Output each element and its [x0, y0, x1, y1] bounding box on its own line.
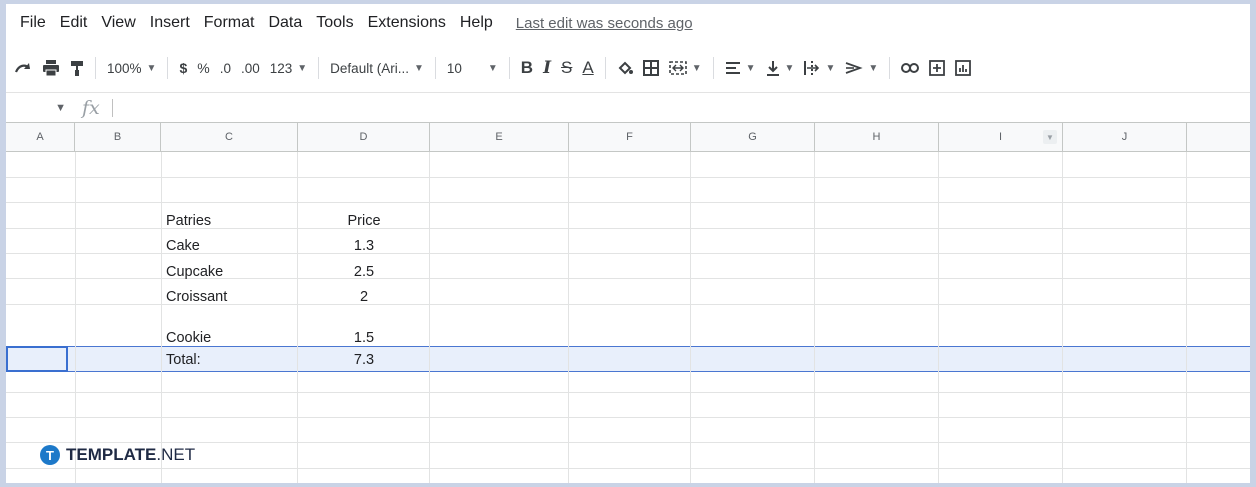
insert-chart-icon[interactable] [950, 55, 976, 81]
formula-bar: ▼ fx [6, 92, 1250, 123]
selected-cell[interactable] [6, 346, 68, 372]
toolbar-divider [604, 57, 606, 79]
toolbar-divider [318, 57, 320, 79]
insert-link-icon[interactable] [896, 55, 924, 81]
more-formats-button[interactable]: 123 ▼ [265, 55, 312, 81]
paint-format-icon[interactable] [65, 55, 89, 81]
grid-line [6, 202, 1250, 203]
menu-edit[interactable]: Edit [53, 14, 95, 32]
decrease-decimal-button[interactable]: .0 [215, 55, 236, 81]
grid-line [6, 417, 1250, 418]
total-label[interactable]: Total: [166, 349, 201, 371]
text-rotation-icon[interactable]: ▼ [840, 55, 883, 81]
grid-line [6, 177, 1250, 178]
chevron-down-icon: ▼ [825, 62, 836, 74]
toolbar-divider [95, 57, 96, 79]
column-header-f[interactable]: F [569, 122, 691, 152]
strikethrough-button[interactable]: S [556, 55, 577, 81]
table-row-price[interactable]: 2 [298, 286, 430, 308]
formula-input[interactable] [113, 96, 1250, 120]
column-header-a[interactable]: A [6, 122, 75, 152]
menu-help[interactable]: Help [453, 14, 500, 32]
column-header-h[interactable]: H [815, 122, 939, 152]
toolbar-divider [508, 57, 510, 79]
column-header-j[interactable]: J [1063, 122, 1187, 152]
toolbar-divider [434, 57, 436, 79]
column-header-b[interactable]: B [75, 122, 161, 152]
toolbar-divider [167, 57, 169, 79]
font-family-select[interactable]: Default (Ari... ▼ [325, 55, 429, 81]
column-header-c[interactable]: C [161, 122, 298, 152]
fx-icon: fx [82, 97, 100, 119]
text-color-button[interactable]: A [577, 55, 598, 81]
chevron-down-icon: ▼ [691, 62, 702, 74]
toolbar-divider [889, 57, 891, 79]
increase-decimal-button[interactable]: .00 [236, 55, 265, 81]
column-header-g[interactable]: G [691, 122, 815, 152]
chevron-down-icon: ▼ [868, 62, 879, 74]
italic-button[interactable]: I [538, 55, 556, 81]
percent-format-button[interactable]: % [192, 55, 214, 81]
table-row-item[interactable]: Cupcake [166, 261, 223, 283]
logo-text: TEMPLATE.NET [66, 445, 196, 464]
table-row-price[interactable]: 2.5 [298, 261, 430, 283]
merge-cells-icon[interactable]: ▼ [664, 55, 707, 81]
horizontal-align-icon[interactable]: ▼ [720, 55, 761, 81]
menu-data[interactable]: Data [261, 14, 309, 32]
column-header-e[interactable]: E [430, 122, 569, 152]
column-i-filter-icon[interactable]: ▼ [1043, 130, 1057, 144]
table-header-price[interactable]: Price [298, 210, 430, 232]
column-header-blank [1187, 122, 1250, 152]
grid-line [6, 468, 1250, 469]
template-net-logo: T TEMPLATE.NET [40, 445, 195, 465]
zoom-select[interactable]: 100% ▼ [102, 55, 161, 81]
table-row-item[interactable]: Cake [166, 235, 200, 257]
text-wrapping-icon[interactable]: ▼ [799, 55, 840, 81]
chevron-down-icon: ▼ [297, 62, 308, 74]
redo-icon[interactable] [6, 55, 37, 81]
vertical-align-icon[interactable]: ▼ [761, 55, 800, 81]
chevron-down-icon: ▼ [745, 62, 756, 74]
borders-icon[interactable] [638, 55, 664, 81]
table-row-item[interactable]: Croissant [166, 286, 227, 308]
print-icon[interactable] [37, 55, 65, 81]
column-header-d[interactable]: D [298, 122, 430, 152]
menu-bar: File Edit View Insert Format Data Tools … [6, 4, 1250, 42]
table-row-price[interactable]: 1.3 [298, 235, 430, 257]
bold-button[interactable]: B [516, 55, 538, 81]
last-edit-link[interactable]: Last edit was seconds ago [516, 15, 693, 32]
table-header-item[interactable]: Patries [166, 210, 211, 232]
toolbar: 100% ▼ $ % .0 .00 123 ▼ Default (Ari... ▼ 1… [6, 48, 1250, 88]
currency-format-button[interactable]: $ [174, 55, 192, 81]
chevron-down-icon: ▼ [784, 62, 795, 74]
menu-insert[interactable]: Insert [143, 14, 197, 32]
name-box-dropdown[interactable]: ▼ [6, 102, 76, 114]
table-row-price[interactable]: 1.5 [298, 327, 430, 349]
menu-view[interactable]: View [94, 14, 142, 32]
menu-format[interactable]: Format [197, 14, 262, 32]
grid-line [6, 392, 1250, 393]
spreadsheet-window: File Edit View Insert Format Data Tools … [6, 4, 1250, 483]
total-value[interactable]: 7.3 [298, 349, 430, 371]
menu-file[interactable]: File [6, 14, 53, 32]
chevron-down-icon: ▼ [487, 62, 498, 74]
chevron-down-icon: ▼ [413, 62, 424, 74]
table-row-item[interactable]: Cookie [166, 327, 211, 349]
logo-badge: T [40, 445, 60, 465]
menu-tools[interactable]: Tools [309, 14, 360, 32]
fill-color-icon[interactable] [612, 55, 638, 81]
toolbar-divider [712, 57, 714, 79]
font-size-select[interactable]: 10 ▼ [442, 55, 503, 81]
menu-extensions[interactable]: Extensions [361, 14, 453, 32]
grid-line [6, 442, 1250, 443]
insert-comment-icon[interactable] [924, 55, 950, 81]
chevron-down-icon: ▼ [146, 62, 157, 74]
